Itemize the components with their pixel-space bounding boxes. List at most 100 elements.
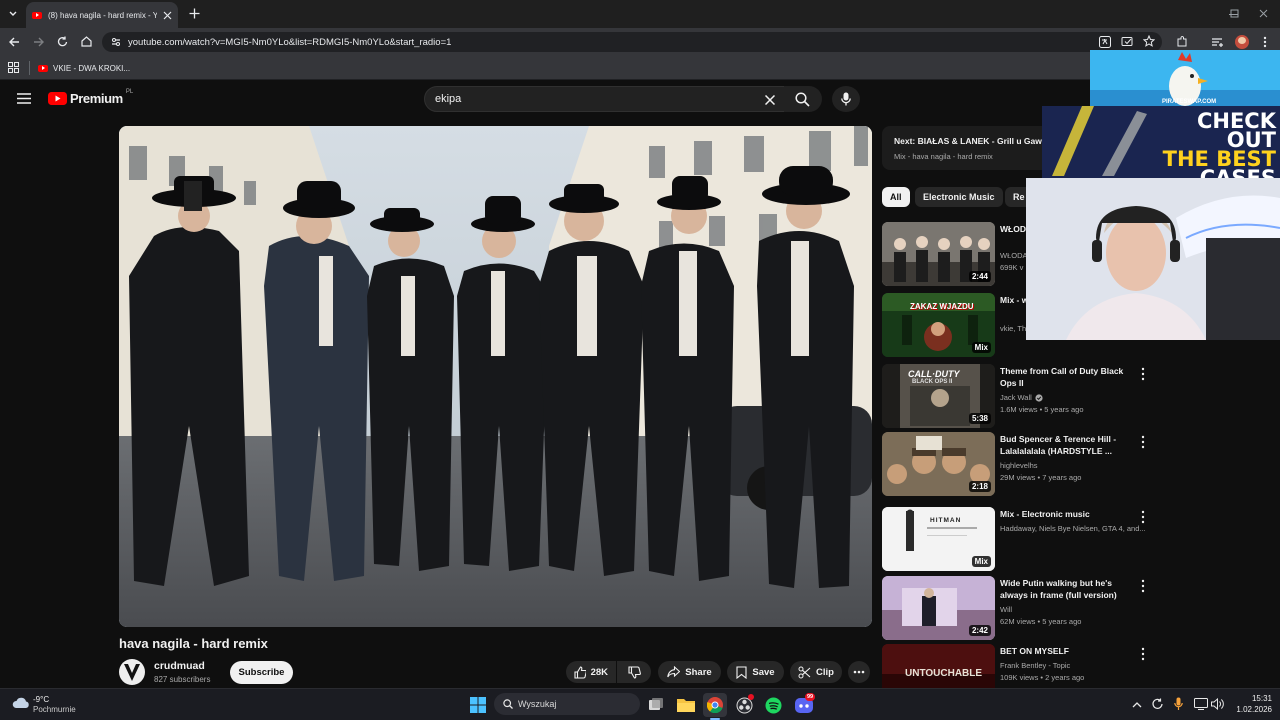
verified-badge-icon xyxy=(1035,393,1043,402)
chrome-taskbar-button[interactable] xyxy=(703,693,727,717)
browser-menu-icon[interactable] xyxy=(1263,36,1267,48)
clock-time: 15:31 xyxy=(1251,694,1272,703)
tab-title: (8) hava nagila - hard remix - YouTube xyxy=(48,10,157,20)
volume-icon[interactable] xyxy=(1211,698,1224,710)
recommended-video[interactable]: CALL·DUTY BLACK OPS II 5:38 Theme from C… xyxy=(882,364,1152,428)
youtube-premium-logo[interactable]: Premium PL xyxy=(48,89,134,106)
clip-button[interactable]: Clip xyxy=(790,661,842,683)
sync-icon[interactable] xyxy=(1151,698,1164,711)
site-info-icon[interactable] xyxy=(111,37,121,47)
extensions-icon[interactable] xyxy=(1176,36,1188,48)
channel-name: Jack Wall xyxy=(1000,393,1032,402)
video-title: Mix - Electronic music xyxy=(1000,509,1090,519)
save-button[interactable]: Save xyxy=(727,661,784,683)
show-hidden-icons-icon[interactable] xyxy=(1132,701,1142,708)
video-thumbnail: HITMAN Mix xyxy=(882,507,995,571)
address-bar[interactable]: youtube.com/watch?v=MGI5-Nm0YLo&list=RDM… xyxy=(102,32,1162,52)
recommended-video[interactable]: UNTOUCHABLE BET ON MYSELF Frank Bentley … xyxy=(882,644,1152,688)
video-thumbnail: 2:44 xyxy=(882,222,995,286)
bookmark-item[interactable]: VKIE - DWA KROKI... xyxy=(38,60,130,76)
video-title: Bud Spencer & Terence Hill - Lalalalalal… xyxy=(1000,434,1117,456)
weather-temperature[interactable]: -9°C xyxy=(33,695,49,704)
ad-site-text: PIRATESWAP.COM xyxy=(1162,99,1217,105)
clock[interactable]: 15:31 1.02.2026 xyxy=(1228,693,1272,715)
more-options-icon[interactable] xyxy=(1140,579,1146,593)
recommended-video[interactable]: 2:42 Wide Putin walking but he's always … xyxy=(882,576,1152,640)
home-icon[interactable] xyxy=(81,36,92,47)
stream-overlay-ad: PIRATESWAP.COM xyxy=(1090,50,1280,108)
discord-notification-badge: 99 xyxy=(805,693,815,701)
close-window-icon[interactable] xyxy=(1259,9,1268,18)
more-actions-button[interactable] xyxy=(848,661,870,683)
search-button[interactable] xyxy=(784,86,822,112)
video-meta: 1.6M views • 5 years ago xyxy=(1000,405,1084,414)
video-title: hava nagila - hard remix xyxy=(119,636,268,651)
next-title: BIAŁAS & LANEK - Grill u Gaw xyxy=(917,136,1042,146)
thumbs-down-icon xyxy=(627,665,641,679)
more-options-icon[interactable] xyxy=(1140,647,1146,661)
like-count: 28K xyxy=(590,666,608,678)
subscribe-button[interactable]: Subscribe xyxy=(230,661,293,684)
video-player[interactable] xyxy=(119,126,872,627)
recommended-video[interactable]: 2:18 Bud Spencer & Terence Hill - Lalala… xyxy=(882,432,1152,496)
task-view-icon[interactable] xyxy=(648,697,664,713)
thumbnail-image xyxy=(882,644,995,688)
tab-search-icon[interactable] xyxy=(7,9,19,19)
voice-search-button[interactable] xyxy=(832,86,860,112)
video-duration: 2:42 xyxy=(968,625,991,636)
more-options-icon[interactable] xyxy=(1140,510,1146,524)
channel-name: Haddaway, Niels Bye Nielsen, GTA 4, and.… xyxy=(1000,524,1146,533)
file-explorer-icon[interactable] xyxy=(677,697,695,712)
profile-avatar[interactable] xyxy=(1235,35,1249,49)
restore-window-icon[interactable] xyxy=(1230,9,1239,18)
spotify-icon[interactable] xyxy=(765,697,782,714)
video-duration: 5:38 xyxy=(968,413,991,424)
apps-grid-icon[interactable] xyxy=(8,62,19,73)
share-label: Share xyxy=(685,666,712,678)
microphone-in-use-icon[interactable] xyxy=(1174,697,1183,711)
url-text: youtube.com/watch?v=MGI5-Nm0YLo&list=RDM… xyxy=(128,36,452,48)
reading-list-icon[interactable] xyxy=(1211,36,1223,48)
taskbar-search-box[interactable]: Wyszukaj xyxy=(494,693,640,715)
video-thumbnail: ZAKAZ WJAZDU Mix xyxy=(882,293,995,357)
network-icon[interactable] xyxy=(1194,698,1208,710)
clear-search-icon[interactable] xyxy=(765,95,775,105)
bookmark-star-icon[interactable] xyxy=(1143,35,1155,47)
new-tab-icon[interactable] xyxy=(189,8,200,19)
windows-start-icon[interactable] xyxy=(470,697,486,713)
recommended-mix[interactable]: HITMAN Mix Mix - Electronic music Haddaw… xyxy=(882,507,1152,571)
browser-tab-active[interactable]: (8) hava nagila - hard remix - YouTube xyxy=(26,2,178,28)
hamburger-menu-icon[interactable] xyxy=(17,93,31,104)
chip-electronic-music[interactable]: Electronic Music xyxy=(915,187,1003,207)
channel-avatar[interactable] xyxy=(119,659,145,685)
cast-icon[interactable] xyxy=(1121,36,1133,48)
video-meta: 62M views • 5 years ago xyxy=(1000,617,1082,626)
playlist-next-panel[interactable]: Next: BIAŁAS & LANEK - Grill u Gaw Mix -… xyxy=(882,126,1042,170)
video-meta: 109K views • 2 years ago xyxy=(1000,673,1085,682)
search-input[interactable]: ekipa xyxy=(424,86,785,112)
back-arrow-icon[interactable] xyxy=(9,37,20,47)
share-icon xyxy=(667,666,681,678)
translate-icon[interactable] xyxy=(1099,36,1111,48)
thumbnail-text: UNTOUCHABLE xyxy=(905,668,983,679)
weather-description[interactable]: Pochmurnie xyxy=(33,705,76,714)
channel-row: Jack Wall xyxy=(1000,393,1152,402)
logo-region-code: PL xyxy=(125,89,134,95)
chrome-icon xyxy=(707,697,723,713)
youtube-favicon-icon xyxy=(38,64,48,72)
forward-arrow-icon[interactable] xyxy=(33,37,44,47)
more-options-icon[interactable] xyxy=(1140,435,1146,449)
close-tab-icon[interactable] xyxy=(163,11,172,20)
more-options-icon[interactable] xyxy=(1140,367,1146,381)
thumbs-up-icon xyxy=(574,665,586,679)
save-icon xyxy=(736,665,747,679)
reload-icon[interactable] xyxy=(57,36,68,48)
video-thumbnail: 2:42 xyxy=(882,576,995,640)
chip-all[interactable]: All xyxy=(882,187,910,207)
video-frame-image xyxy=(119,126,872,627)
like-button[interactable]: 28K xyxy=(566,661,616,683)
video-duration: 2:18 xyxy=(968,481,991,492)
channel-name[interactable]: crudmuad xyxy=(154,660,205,672)
dislike-button[interactable] xyxy=(617,661,651,683)
share-button[interactable]: Share xyxy=(658,661,721,683)
